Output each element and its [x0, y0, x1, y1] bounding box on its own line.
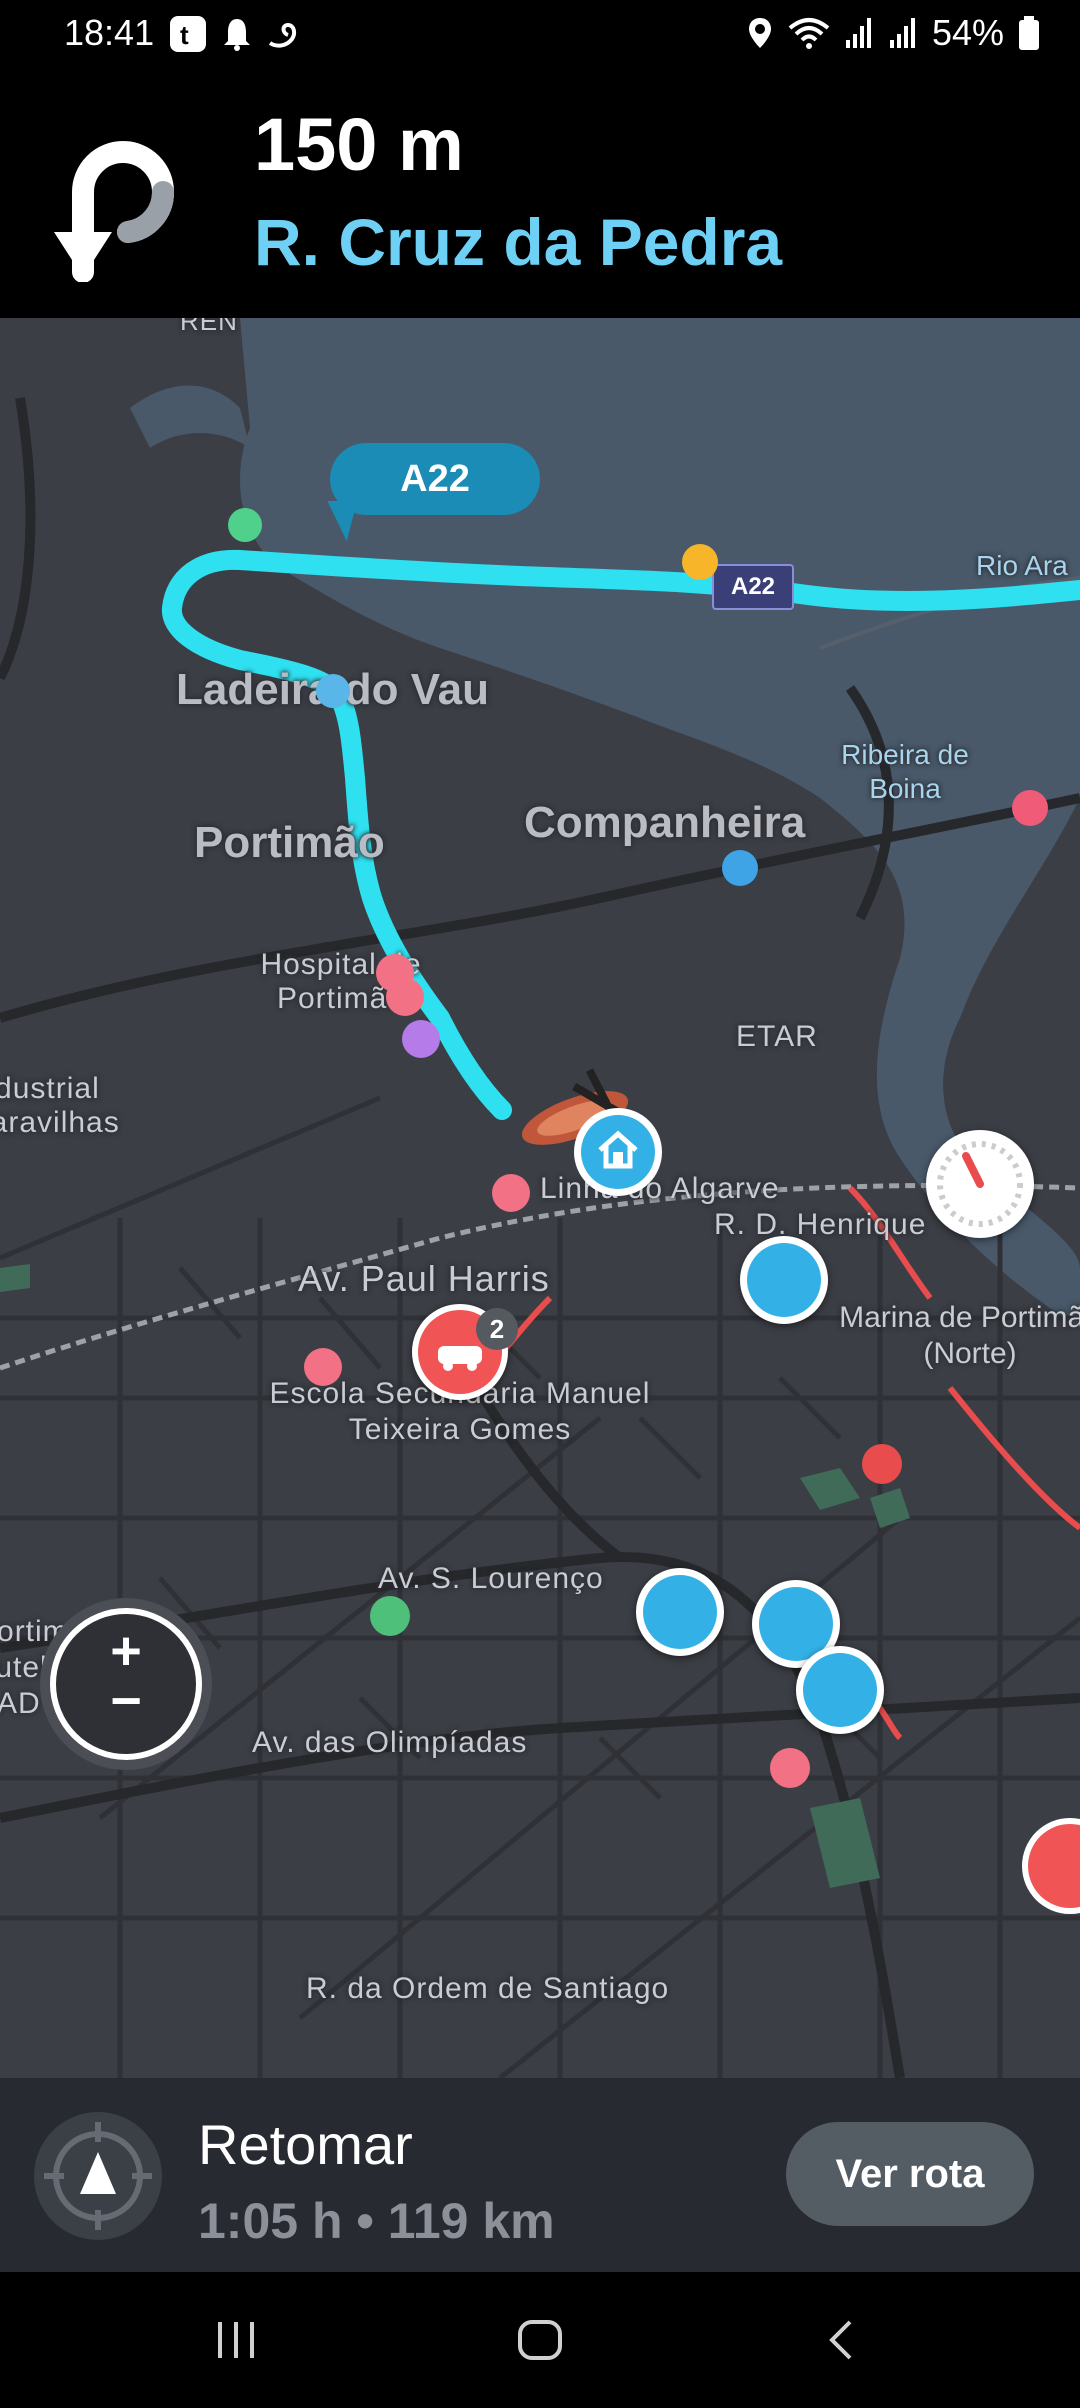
recenter-button[interactable]	[34, 2112, 162, 2240]
map-label-lourenco: Av. S. Lourenço	[378, 1562, 604, 1595]
map-label-portimao: Portimão	[194, 818, 385, 867]
wazer-icon[interactable]	[492, 1174, 530, 1212]
svg-text:t: t	[180, 20, 189, 50]
map-label-top-partial: REN	[180, 318, 238, 336]
signal-icon-1	[845, 18, 871, 48]
map-label-ladeira: Ladeira do Vau	[176, 665, 489, 714]
police-report-icon[interactable]	[636, 1568, 724, 1656]
map-label-companheira: Companheira	[524, 798, 806, 847]
wazer-icon[interactable]	[402, 1020, 440, 1058]
map-view[interactable]: A22 A22 REN Rio Ara Ladeira do Vau Porti…	[0, 318, 1080, 2078]
police-report-icon[interactable]	[796, 1646, 884, 1734]
home-button-icon[interactable]	[516, 2318, 564, 2362]
police-report-icon[interactable]	[740, 1236, 828, 1324]
speedometer-icon[interactable]	[926, 1130, 1034, 1238]
battery-icon	[1019, 16, 1039, 50]
waze-icon	[268, 22, 297, 48]
wazer-icon[interactable]	[770, 1748, 810, 1788]
map-label-rio: Rio Ara	[976, 550, 1068, 581]
wazer-icon[interactable]	[682, 544, 718, 580]
next-street-name: R. Cruz da Pedra	[254, 205, 783, 279]
accident-count-badge: 2	[476, 1308, 518, 1350]
wazer-icon[interactable]	[316, 674, 350, 708]
back-icon[interactable]	[826, 2318, 856, 2362]
route-name-bubble[interactable]: A22	[330, 443, 540, 515]
map-label-etar: ETAR	[736, 1020, 818, 1053]
turn-instruction-panel[interactable]: 150 m R. Cruz da Pedra	[0, 72, 1080, 318]
resume-label[interactable]: Retomar	[198, 2112, 413, 2177]
map-label-ribeira: Ribeira de Boina	[841, 739, 969, 804]
wazer-icon[interactable]	[386, 978, 424, 1016]
home-icon[interactable]	[574, 1108, 662, 1196]
map-label-henrique: R. D. Henrique	[714, 1208, 927, 1241]
turn-distance: 150 m	[254, 103, 464, 186]
zoom-control[interactable]: + −	[50, 1608, 202, 1760]
battery-percentage: 54%	[931, 12, 1004, 53]
river-inlet	[130, 385, 250, 448]
wazer-icon[interactable]	[862, 1444, 902, 1484]
wazer-icon[interactable]	[304, 1348, 342, 1386]
app-notification-icon: t	[170, 16, 206, 52]
trip-summary-panel: Retomar 1:05 h • 119 km Ver rota	[0, 2078, 1080, 2272]
bell-icon	[224, 19, 250, 51]
system-navigation-bar	[0, 2272, 1080, 2408]
map-label-olimpiadas: Av. das Olimpíadas	[252, 1726, 528, 1759]
map-label-ordem: R. da Ordem de Santiago	[306, 1972, 670, 2005]
recent-apps-icon[interactable]	[214, 2318, 260, 2362]
highway-shield: A22	[712, 564, 794, 610]
recenter-arrow-icon	[44, 2122, 152, 2230]
status-bar: 18:41 t 54%	[0, 0, 1080, 72]
wazer-icon[interactable]	[1012, 790, 1048, 826]
map-label-industrial: Industrial Caravilhas	[0, 1072, 120, 1139]
wazer-icon[interactable]	[370, 1596, 410, 1636]
view-route-button[interactable]: Ver rota	[786, 2122, 1034, 2226]
map-label-marina: Marina de Portimão (Norte)	[839, 1301, 1080, 1370]
signal-icon-2	[889, 18, 915, 48]
zoom-out-icon[interactable]: −	[56, 1670, 196, 1732]
eta-distance: 1:05 h • 119 km	[198, 2193, 555, 2249]
u-turn-icon	[54, 141, 175, 282]
clock: 18:41	[64, 12, 155, 53]
map-label-linha: Linha do Algarve	[540, 1172, 780, 1205]
wifi-icon	[788, 18, 830, 49]
wazer-icon[interactable]	[228, 508, 262, 542]
location-icon	[748, 18, 771, 48]
map-label-paul-harris: Av. Paul Harris	[298, 1258, 550, 1299]
wazer-icon[interactable]	[722, 850, 758, 886]
